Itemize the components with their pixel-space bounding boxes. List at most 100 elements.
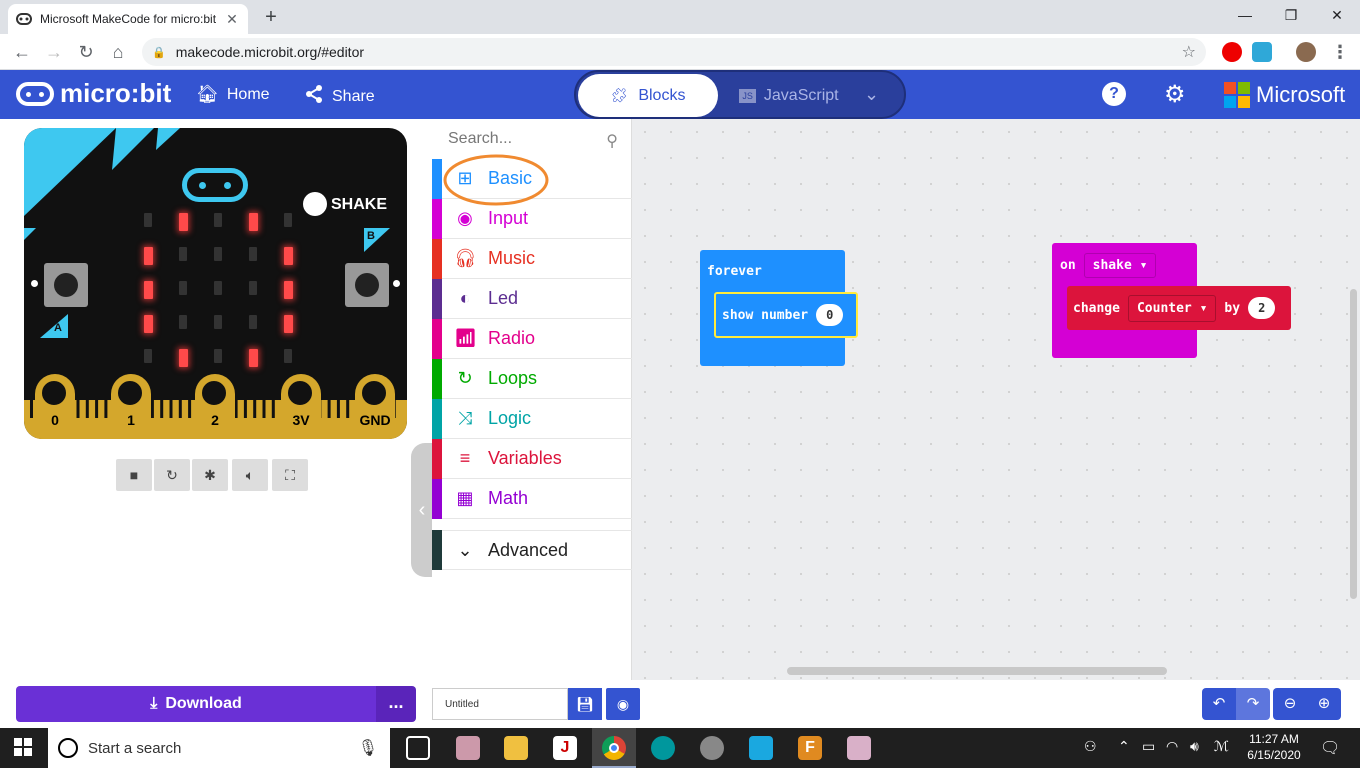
- zoom-in-icon[interactable]: ⊕: [1307, 688, 1341, 720]
- category-music[interactable]: 🎧︎ Music: [432, 238, 632, 279]
- on-shake-block[interactable]: on shake ▾ change Counter ▾ by 2: [1052, 243, 1291, 358]
- download-more-button[interactable]: ...: [376, 686, 416, 722]
- java-app-icon[interactable]: J: [553, 736, 577, 760]
- change-value[interactable]: 2: [1248, 297, 1276, 319]
- category-advanced[interactable]: ⌄ Advanced: [432, 530, 632, 570]
- category-radio[interactable]: 📶︎ Radio: [432, 318, 632, 359]
- led: [284, 281, 293, 299]
- mute-icon[interactable]: 🔈︎: [232, 459, 268, 491]
- chrome-taskbar-item[interactable]: [592, 728, 636, 768]
- back-icon[interactable]: ←: [8, 38, 36, 66]
- paint-app-icon[interactable]: [456, 736, 480, 760]
- category-color-bar: [432, 158, 442, 199]
- chevron-down-icon[interactable]: ⌄: [864, 84, 879, 105]
- debug-bug-icon[interactable]: ✱: [192, 459, 228, 491]
- save-icon[interactable]: 💾︎: [568, 688, 602, 720]
- battery-icon[interactable]: ▭: [1142, 738, 1155, 755]
- blocks-workspace[interactable]: forever show number 0 on shake ▾ change …: [632, 119, 1360, 680]
- new-tab-icon[interactable]: +: [258, 4, 284, 30]
- category-logic[interactable]: ⤨ Logic: [432, 398, 632, 439]
- volume-icon[interactable]: 🔊︎: [1190, 738, 1199, 755]
- help-icon[interactable]: ?: [1102, 82, 1126, 106]
- notification-icon[interactable]: 🗨︎: [1320, 738, 1340, 758]
- github-icon[interactable]: ◉: [606, 688, 640, 720]
- people-icon[interactable]: ⚇: [1084, 738, 1097, 755]
- microbit-logo[interactable]: micro:bit: [16, 78, 171, 109]
- category-variables[interactable]: ≡ Variables: [432, 438, 632, 479]
- windows-start-icon[interactable]: [14, 738, 32, 761]
- led: [249, 247, 257, 261]
- gear-icon[interactable]: ⚙: [1164, 80, 1186, 109]
- home-icon[interactable]: ⌂: [104, 38, 132, 66]
- extension-red-icon[interactable]: [1222, 42, 1242, 62]
- url-input[interactable]: 🔒 makecode.microbit.org/#editor ☆: [142, 38, 1206, 66]
- windows-taskbar: Start a search 🎙︎ J F ⚇ ⌃ ▭ ◠ 🔊︎ ℳ 11:27…: [0, 728, 1360, 768]
- tab-close-icon[interactable]: ✕: [224, 11, 240, 28]
- pin-hole: [113, 376, 147, 410]
- minimize-icon[interactable]: —: [1222, 0, 1268, 30]
- category-math[interactable]: ▦ Math: [432, 478, 632, 519]
- shake-button-icon[interactable]: [303, 192, 327, 216]
- window-close-icon[interactable]: ✕: [1314, 0, 1360, 30]
- show-number-block[interactable]: show number 0: [714, 292, 858, 338]
- forward-icon[interactable]: →: [40, 38, 68, 66]
- reload-icon[interactable]: ↻: [72, 38, 100, 66]
- collapse-simulator-button[interactable]: ‹: [411, 443, 433, 577]
- led: [214, 247, 222, 261]
- share-icon: [304, 84, 324, 109]
- redo-icon[interactable]: ↷: [1236, 688, 1270, 720]
- makecode-header: micro:bit 🏠︎ Home Share 🧩︎ Blocks JS Jav…: [0, 70, 1360, 119]
- led: [144, 281, 153, 299]
- download-button[interactable]: ⤓ Download: [16, 686, 376, 722]
- horizontal-scrollbar[interactable]: [787, 667, 1167, 675]
- project-name-input[interactable]: Untitled: [432, 688, 568, 720]
- browser-tab[interactable]: Microsoft MakeCode for micro:bit ✕: [8, 4, 248, 34]
- cura-app-icon[interactable]: [749, 736, 773, 760]
- stop-icon[interactable]: ■: [116, 459, 152, 491]
- change-counter-block[interactable]: change Counter ▾ by 2: [1067, 286, 1291, 330]
- undo-icon[interactable]: ↶: [1202, 688, 1236, 720]
- extension-cloud-icon[interactable]: [1252, 42, 1272, 62]
- zoom-out-icon[interactable]: ⊖: [1273, 688, 1307, 720]
- restore-icon[interactable]: ❐: [1268, 0, 1314, 30]
- number-value[interactable]: 0: [816, 304, 844, 326]
- javascript-tab[interactable]: JS JavaScript: [724, 74, 854, 117]
- forever-block[interactable]: forever show number 0: [700, 250, 858, 366]
- search-icon[interactable]: ⚲: [606, 131, 618, 151]
- microsoft-logo[interactable]: Microsoft: [1224, 82, 1345, 108]
- category-loops[interactable]: ↻ Loops: [432, 358, 632, 399]
- gear-app-icon[interactable]: [700, 736, 724, 760]
- restart-icon[interactable]: ↻: [154, 459, 190, 491]
- fullscreen-icon[interactable]: ⛶: [272, 459, 308, 491]
- vertical-scrollbar[interactable]: [1350, 289, 1357, 599]
- microphone-icon[interactable]: 🎙︎: [358, 738, 378, 758]
- wifi-icon[interactable]: ◠: [1166, 738, 1178, 755]
- category-led[interactable]: ◐ Led: [432, 278, 632, 319]
- tray-expand-icon[interactable]: ⌃: [1118, 738, 1130, 755]
- lock-icon: 🔒: [152, 46, 166, 59]
- task-view-icon[interactable]: [406, 736, 430, 760]
- chrome-menu-icon[interactable]: ⋮: [1326, 38, 1354, 66]
- blocks-tab[interactable]: 🧩︎ Blocks: [578, 74, 718, 117]
- bookmark-star-icon[interactable]: ☆: [1182, 42, 1196, 62]
- language-icon[interactable]: ℳ: [1214, 738, 1229, 755]
- variable-dropdown[interactable]: Counter ▾: [1127, 294, 1217, 322]
- taskbar-clock[interactable]: 11:27 AM 6/15/2020: [1244, 731, 1304, 763]
- profile-avatar[interactable]: [1296, 42, 1316, 62]
- button-a[interactable]: [44, 263, 88, 307]
- home-button[interactable]: 🏠︎ Home: [196, 84, 270, 105]
- share-button[interactable]: Share: [304, 84, 375, 109]
- led: [284, 349, 292, 363]
- toolbox: Search... ⚲ ⊞ Basic ◉ Input 🎧︎ Music ◐ Led 📶︎ Rad…: [432, 119, 632, 680]
- fusion-app-icon[interactable]: F: [798, 736, 822, 760]
- taskbar-search-input[interactable]: Start a search 🎙︎: [48, 728, 390, 768]
- led: [179, 349, 188, 367]
- led: [284, 213, 292, 227]
- file-explorer-icon[interactable]: [504, 736, 528, 760]
- button-b[interactable]: [345, 263, 389, 307]
- simulator-panel: SHAKE A B 0 1 2 3V GND ■ ↻ ✱ 🔈︎ ⛶ ‹: [0, 119, 433, 728]
- gesture-dropdown[interactable]: shake ▾: [1083, 253, 1157, 278]
- arduino-icon[interactable]: [651, 736, 675, 760]
- microbit-board[interactable]: SHAKE A B 0 1 2 3V GND: [24, 128, 407, 439]
- paint3d-app-icon[interactable]: [847, 736, 871, 760]
